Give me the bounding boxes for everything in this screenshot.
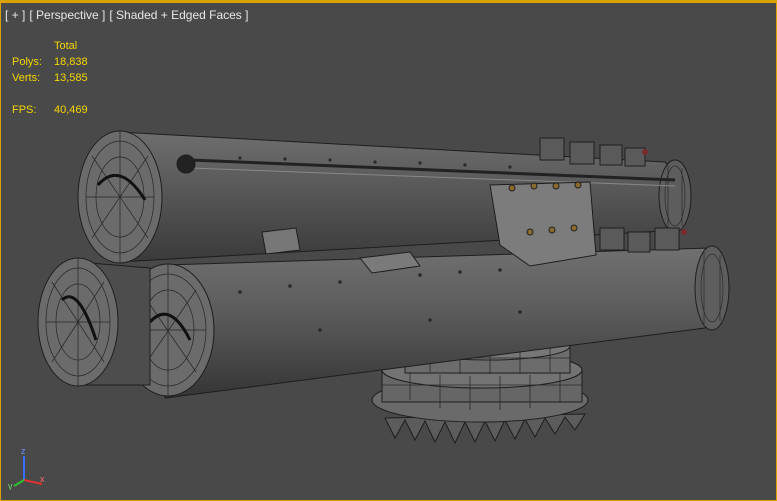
stats-polys-value: 18,838 xyxy=(54,56,88,68)
axis-z-label: z xyxy=(21,446,26,456)
statistics-overlay: Total Polys: 18,838 Verts: 13,585 FPS: 4… xyxy=(12,38,88,118)
stats-verts-value: 13,585 xyxy=(54,72,88,84)
lower-left-launch-tube xyxy=(37,257,151,387)
upper-launch-tube xyxy=(77,130,692,264)
stats-polys-row: Polys: 18,838 xyxy=(12,54,88,70)
axis-gizmo-icon: z x y xyxy=(8,446,45,490)
torpedo-launcher-model[interactable] xyxy=(0,0,777,501)
viewport-menu-button[interactable]: [ + ] xyxy=(5,8,25,22)
stats-fps-label: FPS: xyxy=(12,104,37,116)
axis-x-label: x xyxy=(40,474,45,484)
stats-fps-value: 40,469 xyxy=(54,104,88,116)
stats-verts-row: Verts: 13,585 xyxy=(12,70,88,86)
viewport-shading-button[interactable]: [ Shaded + Edged Faces ] xyxy=(109,8,248,22)
viewport-label-bar: [ + ] [ Perspective ] [ Shaded + Edged F… xyxy=(5,8,248,22)
stats-verts-label: Verts: xyxy=(12,72,41,84)
axis-y-label: y xyxy=(8,481,13,490)
stats-fps-row: FPS: 40,469 xyxy=(12,102,88,118)
viewport-view-button[interactable]: [ Perspective ] xyxy=(29,8,105,22)
stats-polys-label: Polys: xyxy=(12,56,42,68)
stats-header: Total xyxy=(54,40,78,52)
